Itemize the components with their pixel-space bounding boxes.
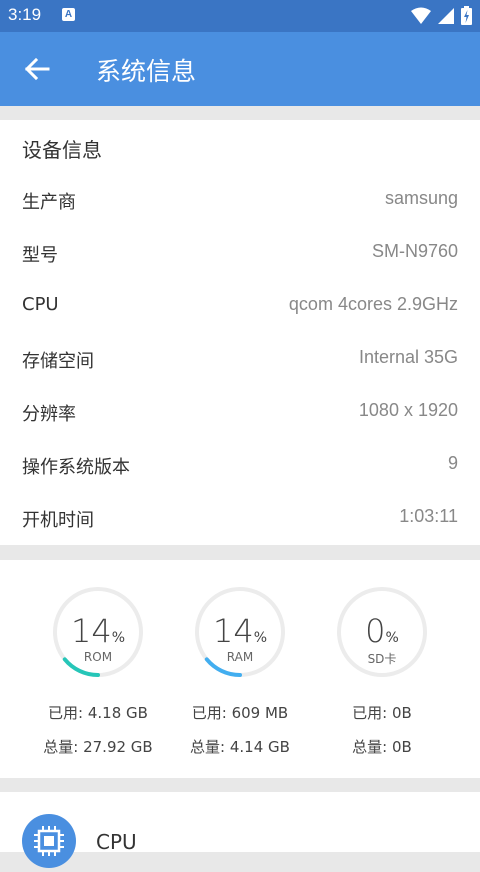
info-value: 9 [447, 453, 458, 473]
info-value: samsung [384, 188, 458, 208]
info-row-cpu: CPU qcom 4cores 2.9GHz [0, 280, 480, 333]
notification-a-icon: A [62, 8, 75, 21]
info-row-storage: 存储空间 Internal 35G [0, 333, 480, 386]
gauge-used: 已用: 0B [352, 704, 412, 722]
info-row-model: 型号 SM-N9760 [0, 227, 480, 280]
page-title: 系统信息 [96, 57, 197, 86]
device-info-title: 设备信息 [22, 138, 102, 162]
info-label: 型号 [22, 245, 58, 266]
status-time: 3:19 [8, 5, 42, 24]
device-info-card: 设备信息 生产商 samsung 型号 SM-N9760 CPU qcom 4c… [0, 120, 480, 545]
info-value: 1080 x 1920 [358, 400, 458, 420]
cpu-section-label: CPU [96, 830, 137, 854]
info-label: 生产商 [22, 192, 76, 213]
signal-icon [438, 7, 454, 24]
info-value: Internal 35G [358, 347, 458, 367]
gauge-percent: 14% [70, 612, 126, 650]
info-value: 1:03:11 [399, 506, 458, 526]
gauge-used: 已用: 4.18 GB [48, 704, 148, 722]
info-label: 开机时间 [22, 510, 94, 531]
info-label: 分辨率 [22, 404, 76, 425]
info-row-resolution: 分辨率 1080 x 1920 [0, 386, 480, 439]
storage-card: 14% ROM 已用: 4.18 GB 总量: 27.92 GB 14% RAM… [0, 560, 480, 778]
gauge-label: RAM [226, 650, 254, 664]
status-bar: 3:19 A [0, 0, 480, 32]
info-value: SM-N9760 [371, 241, 458, 261]
gauge-percent: 14% [212, 612, 268, 650]
info-row-os-version: 操作系统版本 9 [0, 439, 480, 492]
gauge-percent: 0% [365, 612, 399, 650]
gauge-label: SD卡 [367, 652, 397, 666]
info-row-uptime: 开机时间 1:03:11 [0, 492, 480, 545]
info-label: 存储空间 [22, 351, 94, 372]
chip-icon [22, 814, 76, 868]
info-label: CPU [22, 294, 59, 315]
arrow-left-icon[interactable] [22, 54, 52, 84]
gauge-used: 已用: 609 MB [191, 704, 289, 722]
gauge-total: 总量: 4.14 GB [190, 738, 290, 756]
wifi-icon [411, 7, 431, 24]
gauge-label: ROM [83, 650, 113, 664]
info-value: qcom 4cores 2.9GHz [288, 294, 458, 314]
info-row-manufacturer: 生产商 samsung [0, 174, 480, 227]
gauge-total: 总量: 0B [352, 738, 412, 756]
gauge-total: 总量: 27.92 GB [43, 738, 153, 756]
cpu-section[interactable]: CPU [0, 792, 480, 868]
app-bar: 系统信息 [0, 32, 480, 106]
status-icons [411, 6, 472, 25]
battery-icon [461, 6, 472, 25]
info-label: 操作系统版本 [22, 457, 130, 478]
